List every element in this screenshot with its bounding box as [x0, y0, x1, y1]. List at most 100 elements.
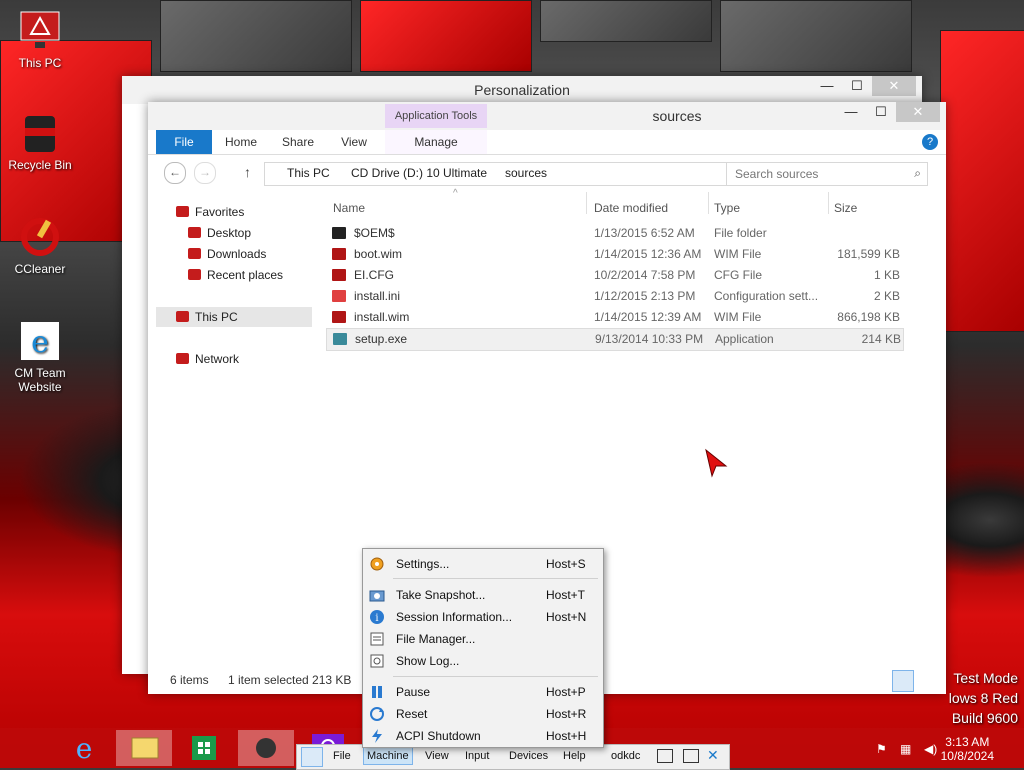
nav-item-this-pc[interactable]: This PC [156, 307, 312, 327]
vbox-menu-help[interactable]: Help [563, 750, 586, 762]
tab-share[interactable]: Share [274, 130, 322, 154]
nav-item-desktop[interactable]: Desktop [188, 223, 251, 243]
menu-item-pause[interactable]: Pause Host+P [363, 681, 603, 703]
menu-label: Settings... [396, 557, 450, 571]
vbox-menu-devices[interactable]: Devices [509, 750, 548, 762]
table-row[interactable]: EI.CFG 10/2/2014 7:58 PM CFG File 1 KB [326, 265, 902, 286]
table-row[interactable]: install.ini 1/12/2015 2:13 PM Configurat… [326, 286, 902, 307]
file-name: install.wim [354, 310, 410, 324]
explorer-titlebar[interactable]: sources — ☐ ✕ [148, 102, 946, 130]
network-tray-icon[interactable]: ▦ [900, 742, 911, 756]
table-row[interactable]: $OEM$ 1/13/2015 6:52 AM File folder [326, 223, 902, 244]
tab-home[interactable]: Home [218, 130, 264, 154]
vbox-menu-file[interactable]: File [333, 750, 351, 762]
column-header-name[interactable]: Name [333, 198, 365, 218]
column-header-type[interactable]: Type [714, 198, 740, 218]
minimize-vm-icon[interactable] [657, 749, 673, 763]
monitor-icon [19, 10, 61, 52]
desktop-icon-ccleaner[interactable]: CCleaner [0, 216, 80, 276]
vbox-menu-view[interactable]: View [425, 750, 449, 762]
selection-info: 1 item selected 213 KB [228, 673, 352, 687]
file-size: 214 KB [861, 332, 901, 346]
up-arrow-icon[interactable]: ↑ [244, 164, 251, 180]
fullscreen-icon[interactable] [683, 749, 699, 763]
close-vm-icon[interactable]: ✕ [707, 747, 719, 764]
desktop-icon-recycle-bin[interactable]: Recycle Bin [0, 112, 80, 172]
desktop-icon-label: This PC [18, 56, 62, 70]
column-divider[interactable] [828, 192, 829, 214]
personalization-titlebar[interactable]: Personalization — ☐ ✕ [122, 76, 922, 104]
star-icon [176, 206, 189, 217]
table-row[interactable]: setup.exe 9/13/2014 10:33 PM Application… [326, 328, 904, 351]
file-type: CFG File [714, 268, 762, 282]
breadcrumb-cd-drive[interactable]: CD Drive (D:) 10 Ultimate [351, 166, 487, 180]
tab-view[interactable]: View [332, 130, 376, 154]
recent-icon [188, 269, 201, 280]
nav-item-network[interactable]: Network [176, 349, 239, 369]
column-divider[interactable] [586, 192, 587, 214]
window-title: Personalization [474, 82, 570, 98]
menu-item-session-information[interactable]: i Session Information... Host+N [363, 606, 603, 628]
vbox-menu-machine[interactable]: Machine [363, 747, 413, 765]
taskbar-internet-explorer[interactable]: e [56, 730, 112, 766]
search-box[interactable]: Search sources ⌕ [726, 162, 928, 186]
nav-label: Desktop [207, 226, 252, 240]
tab-manage[interactable]: Manage [385, 130, 487, 154]
minimize-button[interactable]: — [836, 102, 866, 122]
breadcrumb-this-pc[interactable]: This PC [287, 166, 330, 180]
desktop-icon-label: Recycle Bin [8, 158, 72, 172]
nav-item-downloads[interactable]: Downloads [188, 244, 266, 264]
taskbar-file-explorer[interactable] [116, 730, 172, 766]
cursor-icon [704, 448, 728, 481]
desktop-icon-cm-team-website[interactable]: e CM Team Website [0, 320, 80, 394]
taskbar-store[interactable] [176, 730, 232, 766]
file-date: 1/12/2015 2:13 PM [594, 289, 696, 303]
forward-arrow-icon[interactable]: → [194, 162, 216, 184]
desktop-icon-this-pc[interactable]: This PC [0, 10, 80, 70]
wallpaper-cube [160, 0, 352, 72]
column-header-size[interactable]: Size [834, 198, 857, 218]
nav-item-favorites[interactable]: Favorites [176, 202, 244, 222]
wallpaper-cube [360, 0, 532, 72]
minimize-button[interactable]: — [812, 76, 842, 96]
menu-item-take-snapshot[interactable]: Take Snapshot... Host+T [363, 584, 603, 606]
menu-shortcut: Host+P [546, 685, 586, 699]
close-button[interactable]: ✕ [872, 76, 916, 96]
menu-item-file-manager[interactable]: File Manager... [363, 628, 603, 650]
back-arrow-icon[interactable]: ← [164, 162, 186, 184]
table-row[interactable]: install.wim 1/14/2015 12:39 AM WIM File … [326, 307, 902, 328]
tab-file[interactable]: File [156, 130, 212, 154]
download-icon [188, 248, 201, 259]
nav-item-recent-places[interactable]: Recent places [188, 265, 283, 285]
address-bar[interactable]: This PC CD Drive (D:) 10 Ultimate source… [264, 162, 788, 186]
flag-icon[interactable]: ⚑ [876, 742, 887, 756]
menu-item-acpi-shutdown[interactable]: ACPI Shutdown Host+H [363, 725, 603, 747]
breadcrumb-sources[interactable]: sources [505, 166, 547, 180]
ribbon-tabs: File Home Share View Manage ? [148, 130, 946, 155]
maximize-button[interactable]: ☐ [842, 76, 872, 96]
volume-icon[interactable]: ◀) [924, 742, 937, 756]
file-size: 1 KB [873, 268, 900, 282]
vbox-menu-input[interactable]: Input [465, 750, 489, 762]
maximize-button[interactable]: ☐ [866, 102, 896, 122]
column-header-date[interactable]: Date modified [594, 198, 668, 218]
menu-label: Pause [396, 685, 431, 699]
large-icons-view-icon[interactable] [918, 670, 938, 690]
column-divider[interactable] [708, 192, 709, 214]
file-name: boot.wim [354, 247, 403, 261]
power-icon [369, 728, 385, 744]
menu-label: Take Snapshot... [396, 588, 486, 602]
close-button[interactable]: ✕ [896, 102, 940, 122]
taskbar-app[interactable] [238, 730, 294, 766]
pin-icon[interactable] [301, 747, 323, 767]
details-view-icon[interactable] [892, 670, 914, 692]
menu-item-settings[interactable]: Settings... Host+S [363, 553, 603, 575]
menu-item-reset[interactable]: Reset Host+R [363, 703, 603, 725]
watermark-line: Build 9600 [951, 710, 1018, 726]
help-icon[interactable]: ? [922, 134, 938, 150]
table-row[interactable]: boot.wim 1/14/2015 12:36 AM WIM File 181… [326, 244, 902, 265]
search-icon: ⌕ [914, 166, 921, 180]
menu-shortcut: Host+T [546, 588, 586, 602]
clock[interactable]: 3:13 AM 10/8/2024 [941, 735, 994, 763]
menu-item-show-log[interactable]: Show Log... [363, 650, 603, 672]
